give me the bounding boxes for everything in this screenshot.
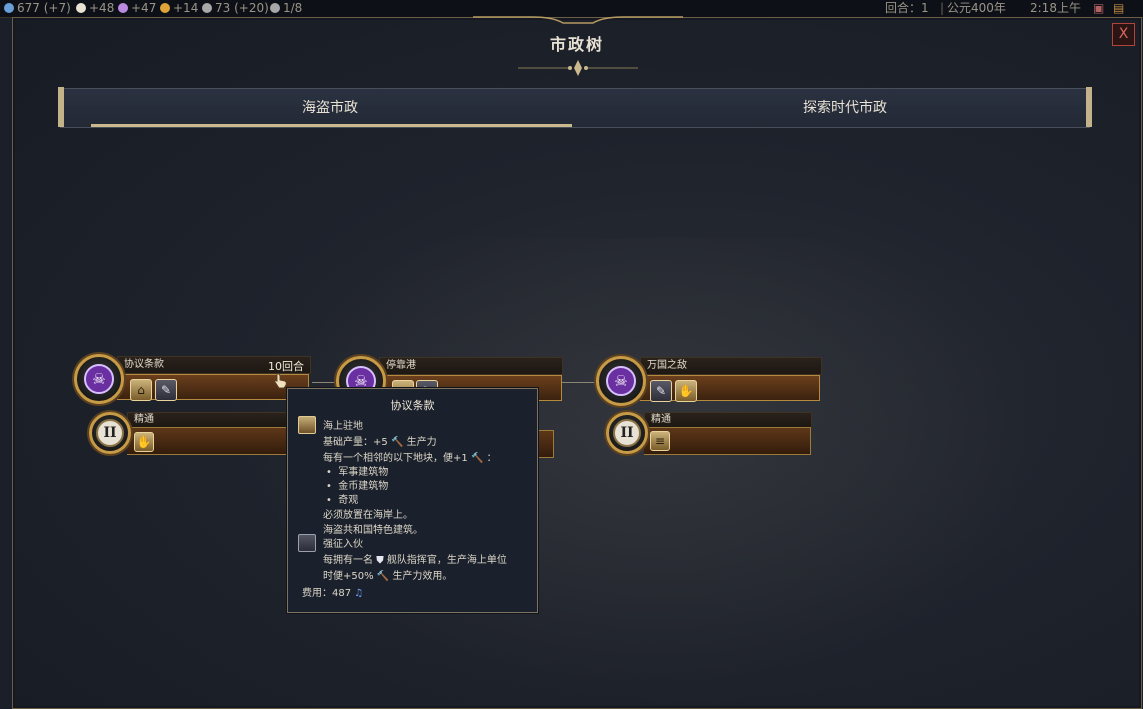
adjacency-line: 每有一个相邻的以下地块，便+1 🔨 ： xyxy=(323,449,497,464)
civic-card-enemy-of-all[interactable]: 万国之敌 ☠ ✎ ✋ 精通 II ≡ xyxy=(594,354,824,459)
mastery-numeral: II xyxy=(96,419,124,447)
tooltip-title: 协议条款 xyxy=(390,399,435,412)
mastery-title-bar: 精通 xyxy=(644,412,812,428)
panel-title: 市政树 xyxy=(549,35,604,54)
building-name: 海上驻地 xyxy=(323,421,363,432)
policy-line-1: 每拥有一名 ⛊ 舰队指挥官，生产海上单位 xyxy=(323,551,507,566)
gold-resource[interactable]: +14 xyxy=(160,0,198,17)
bullet-item: • 金币建筑物 xyxy=(326,481,389,492)
unique-text: 海盗共和国特色建筑。 xyxy=(323,525,423,536)
policy-text: 生产力效用。 xyxy=(392,571,453,582)
culture-value: +47 xyxy=(131,1,157,15)
civic-title-bar: 停靠港 xyxy=(379,357,563,375)
faith-value: +48 xyxy=(89,1,115,15)
turn-counter: 回合：1 xyxy=(885,1,929,15)
active-tab-indicator xyxy=(91,124,572,127)
tourism-value: 73 (+20) xyxy=(215,1,269,15)
great-people-resource[interactable]: 1/8 xyxy=(270,0,302,17)
faith-resource[interactable]: +48 xyxy=(76,0,114,17)
menu-icon[interactable]: ▤ xyxy=(1113,0,1124,17)
production-word: 生产力 xyxy=(406,437,437,448)
civic-title-bar: 万国之敌 xyxy=(640,357,822,375)
great-people-value: 1/8 xyxy=(283,1,303,15)
civic-turns: 10回合 xyxy=(268,360,304,373)
hand-icon[interactable]: ✋ xyxy=(134,432,154,452)
production-icon: 🔨 xyxy=(390,437,404,448)
civic-tooltip: 协议条款 海上驻地 基础产量：+5 🔨 生产力 每有一个相邻的以下地块，便+1 … xyxy=(287,388,538,613)
tourism-resource[interactable]: 73 (+20) xyxy=(202,0,269,17)
tree-connector xyxy=(562,382,596,383)
bullet-item: • 军事建筑物 xyxy=(326,467,389,478)
gold-icon xyxy=(160,3,170,13)
bullet-text: 奇观 xyxy=(338,495,359,506)
topbar-divider: | xyxy=(940,1,945,15)
great-people-icon xyxy=(270,3,280,13)
base-yield-line: 基础产量：+5 🔨 生产力 xyxy=(323,433,437,448)
civic-name: 协议条款 xyxy=(124,359,164,370)
placement-text: 必须放置在海岸上。 xyxy=(323,510,413,521)
panel-top-ornament xyxy=(473,16,683,24)
mastery-label: 精通 xyxy=(651,414,671,425)
civic-card-terms-of-agreement[interactable]: 协议条款 10回合 ☠ ⌂ ✎ 精通 II ✋ xyxy=(72,352,312,457)
mastery-medal[interactable]: II xyxy=(606,412,648,454)
tourism-icon xyxy=(202,3,212,13)
policy-card-icon[interactable]: ✎ xyxy=(650,380,672,402)
mastery-title-bar: 精通 xyxy=(127,412,305,428)
mouse-cursor-icon xyxy=(274,373,287,389)
culture-icon xyxy=(118,3,128,13)
gold-value: +14 xyxy=(173,1,199,15)
cost-text: 费用：487 xyxy=(302,588,352,599)
policy-card-icon[interactable]: ✎ xyxy=(155,379,177,401)
science-value: 677 (+7) xyxy=(17,1,71,15)
civic-tabs: 海盗市政 探索时代市政 xyxy=(58,87,1092,128)
mastery-numeral: II xyxy=(613,419,641,447)
policy-text: 每拥有一名 xyxy=(323,555,373,566)
tab-pirate-civics[interactable]: 海盗市政 xyxy=(60,89,600,127)
science-icon xyxy=(4,3,14,13)
tab-exploration-age-civics[interactable]: 探索时代市政 xyxy=(600,89,1090,127)
title-ornament xyxy=(518,60,638,76)
adjacency-colon: ： xyxy=(486,453,497,464)
policy-card-icon xyxy=(298,534,316,552)
harbor-building-icon xyxy=(298,416,316,434)
close-button[interactable]: X xyxy=(1112,23,1135,46)
civic-medal[interactable]: ☠ xyxy=(596,356,646,406)
mastery-medal[interactable]: II xyxy=(89,412,131,454)
science-resource[interactable]: 677 (+7) xyxy=(4,0,71,17)
clock: 2:18上午 xyxy=(1030,1,1081,15)
fleet-commander-icon: ⛊ xyxy=(376,555,384,566)
reports-icon[interactable]: ▣ xyxy=(1093,0,1104,17)
mastery-label: 精通 xyxy=(134,414,154,425)
jolly-roger-icon: ☠ xyxy=(84,364,114,394)
faith-icon xyxy=(76,3,86,13)
base-yield: 基础产量：+5 xyxy=(323,437,388,448)
hand-icon[interactable]: ✋ xyxy=(675,380,697,402)
culture-icon: ♫ xyxy=(354,588,364,599)
scroll-icon[interactable]: ≡ xyxy=(650,431,670,451)
cost-line: 费用：487 ♫ xyxy=(302,584,363,599)
production-icon: 🔨 xyxy=(470,453,484,464)
policy-text: 舰队指挥官，生产海上单位 xyxy=(386,555,507,566)
policy-text: 时便+50% xyxy=(323,571,374,582)
policy-line-2: 时便+50% 🔨 生产力效用。 xyxy=(323,567,452,582)
bullet-item: • 奇观 xyxy=(326,495,359,506)
mastery-unlock-bar xyxy=(127,427,308,455)
civic-medal[interactable]: ☠ xyxy=(74,354,124,404)
harbor-building-icon[interactable]: ⌂ xyxy=(130,379,152,401)
culture-resource[interactable]: +47 xyxy=(118,0,156,17)
policy-name: 强征入伙 xyxy=(323,539,363,550)
jolly-roger-icon: ☠ xyxy=(606,366,636,396)
era-year: 公元400年 xyxy=(947,1,1006,15)
civic-name: 万国之敌 xyxy=(647,360,687,371)
production-icon: 🔨 xyxy=(376,571,390,582)
civic-name: 停靠港 xyxy=(386,360,416,371)
